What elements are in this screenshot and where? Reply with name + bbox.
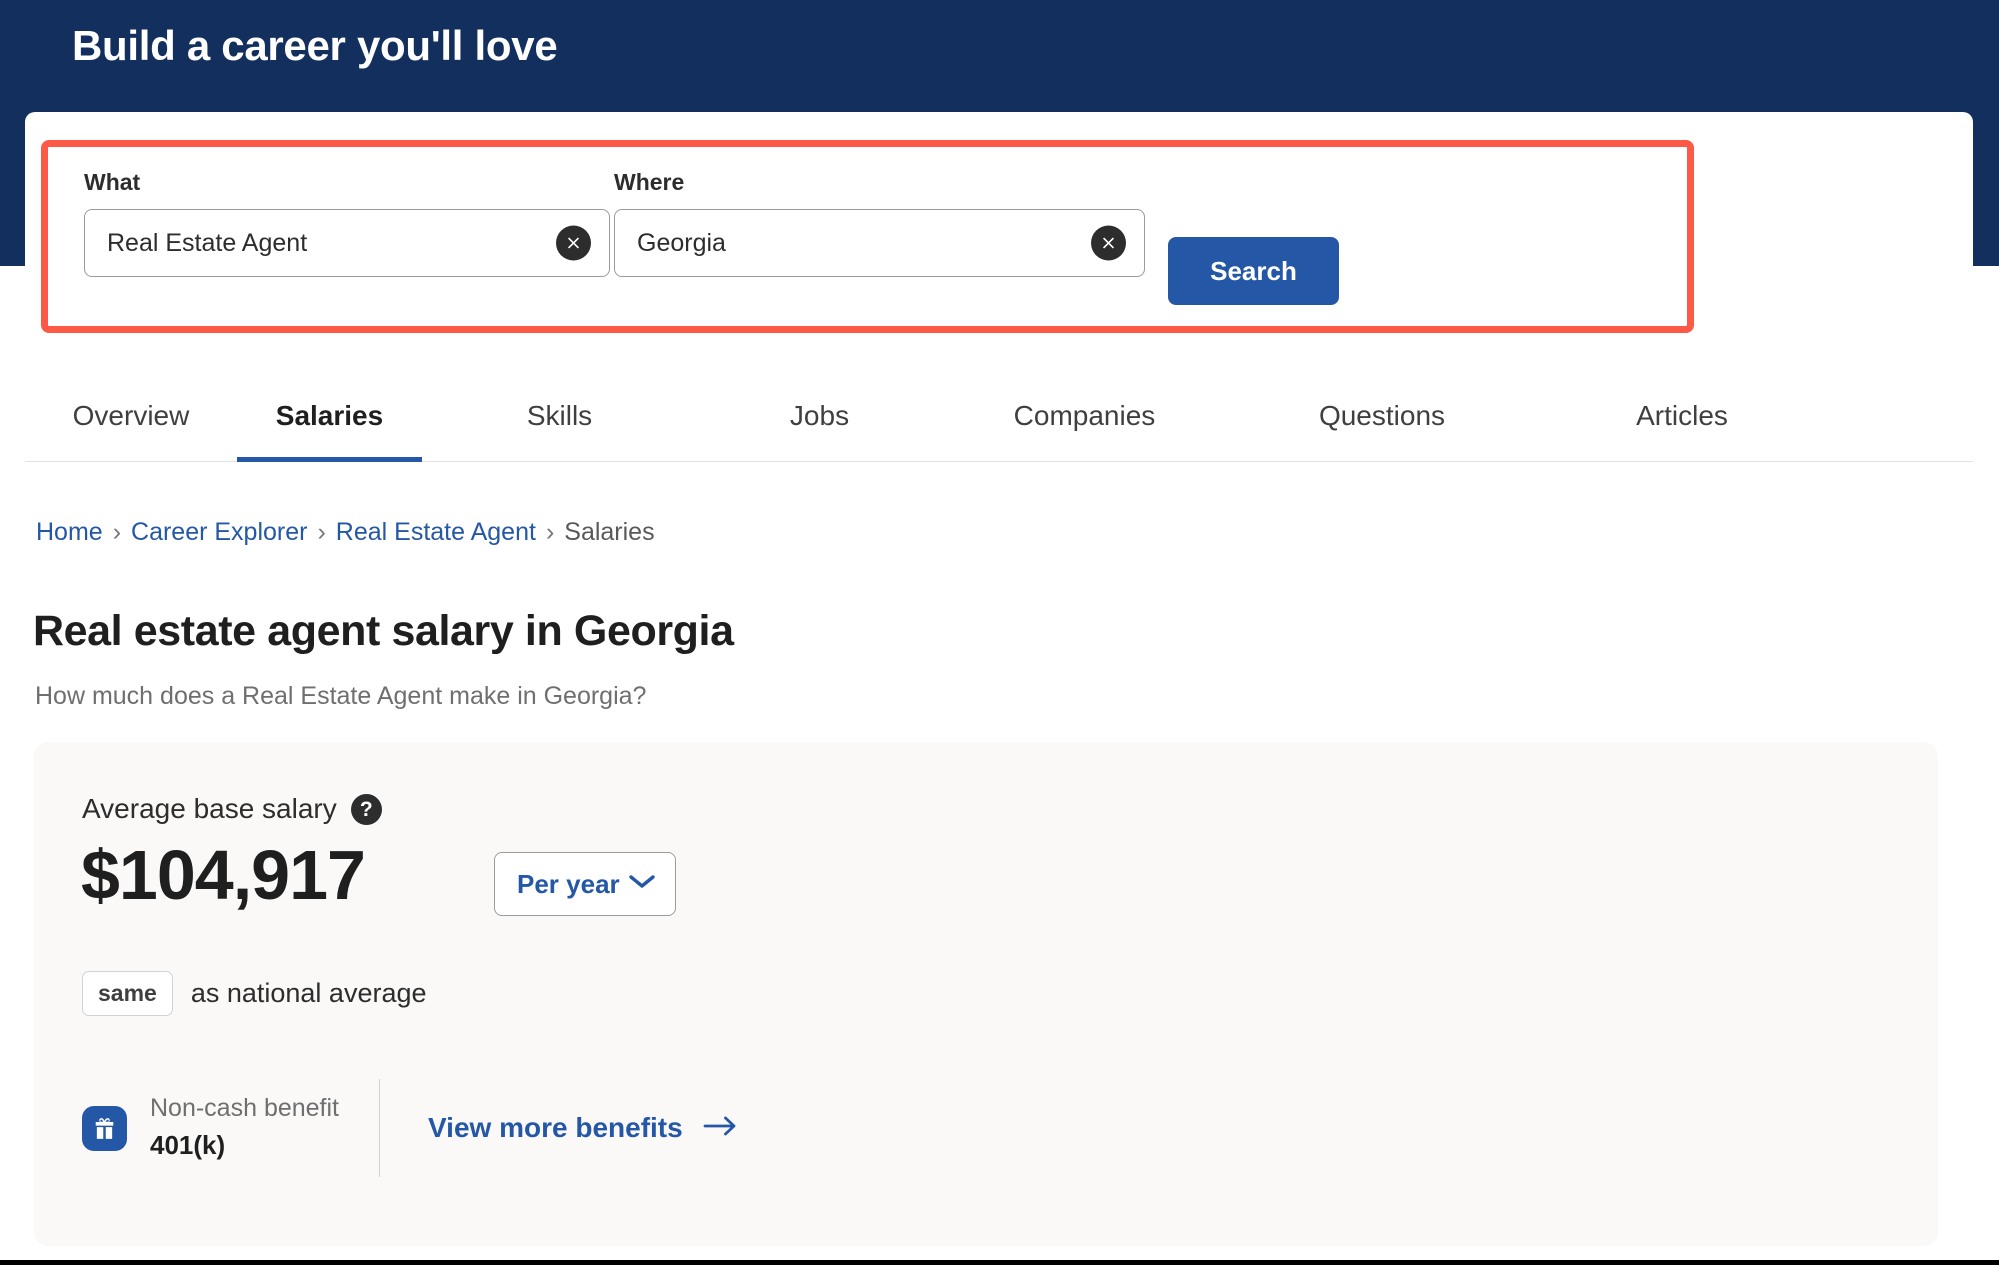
gift-icon [82, 1105, 127, 1151]
bottom-edge-strip [0, 1260, 1999, 1265]
where-label: Where [614, 169, 685, 195]
breadcrumb-separator: › [317, 518, 326, 546]
arrow-right-icon [703, 1112, 739, 1144]
breadcrumb: Home › Career Explorer › Real Estate Age… [36, 518, 655, 547]
benefit-value: 401(k) [150, 1129, 226, 1160]
tab-overview-label: Overview [72, 400, 190, 431]
tab-skills[interactable]: Skills [422, 370, 697, 462]
where-clear-icon[interactable] [1091, 225, 1126, 261]
search-bar-highlight: What Where [41, 140, 1694, 333]
page-subtitle: How much does a Real Estate Agent make i… [35, 682, 647, 710]
salary-period-label: Per year [517, 868, 620, 899]
tab-articles-label: Articles [1636, 400, 1728, 431]
breadcrumb-separator: › [112, 518, 122, 546]
tab-articles[interactable]: Articles [1537, 370, 1827, 462]
comparison-badge: same [82, 971, 173, 1016]
breadcrumb-item-career-explorer[interactable]: Career Explorer [131, 518, 307, 547]
what-label: What [84, 169, 141, 195]
tab-companies-label: Companies [1013, 400, 1156, 431]
breadcrumb-separator: › [545, 518, 555, 546]
salary-period-select[interactable]: Per year [494, 852, 676, 916]
tab-overview[interactable]: Overview [25, 370, 237, 462]
national-comparison-row: same as national average [82, 971, 427, 1016]
what-input-wrap[interactable] [84, 209, 610, 277]
tab-salaries-label: Salaries [275, 400, 384, 431]
tab-companies[interactable]: Companies [942, 370, 1227, 462]
salary-amount: $104,917 [81, 836, 366, 914]
what-clear-icon[interactable] [556, 225, 591, 261]
search-form: What Where [48, 147, 1687, 326]
hero-title: Build a career you'll love [72, 22, 558, 69]
question-mark-icon[interactable]: ? [350, 793, 382, 825]
tab-jobs-label: Jobs [789, 400, 850, 431]
breadcrumb-item-real-estate-agent[interactable]: Real Estate Agent [336, 518, 536, 547]
what-search-input[interactable] [85, 210, 529, 276]
benefit-divider [379, 1079, 381, 1177]
page-title: Real estate agent salary in Georgia [33, 607, 734, 655]
average-salary-label-row: Average base salary ? [82, 793, 382, 825]
section-tabs: Overview Salaries Skills Jobs Companies … [25, 370, 1973, 462]
where-field-group: Where [614, 169, 1145, 277]
view-more-benefits-link[interactable]: View more benefits [428, 1112, 739, 1144]
comparison-text: as national average [190, 978, 427, 1008]
breadcrumb-item-home[interactable]: Home [36, 518, 103, 547]
salary-card: Average base salary ? $104,917 Per year … [34, 742, 1938, 1246]
average-salary-label: Average base salary [82, 793, 337, 824]
where-input-wrap[interactable] [614, 209, 1145, 277]
benefit-texts: Non-cash benefit 401(k) [150, 1093, 339, 1162]
what-field-group: What [84, 169, 610, 277]
tab-questions-label: Questions [1318, 400, 1446, 431]
chevron-down-icon [629, 874, 655, 895]
benefit-kind: Non-cash benefit [150, 1094, 340, 1123]
tab-salaries[interactable]: Salaries [237, 370, 422, 462]
where-search-input[interactable] [615, 210, 1064, 276]
view-more-benefits-label: View more benefits [428, 1112, 683, 1143]
benefit-row: Non-cash benefit 401(k) View more benefi… [82, 1079, 739, 1177]
search-submit-button[interactable]: Search [1168, 237, 1339, 305]
tab-questions[interactable]: Questions [1227, 370, 1537, 462]
tab-skills-label: Skills [526, 400, 593, 431]
breadcrumb-item-salaries: Salaries [564, 518, 655, 546]
page-root: Build a career you'll love What Where [0, 0, 1999, 1265]
tab-jobs[interactable]: Jobs [697, 370, 942, 462]
